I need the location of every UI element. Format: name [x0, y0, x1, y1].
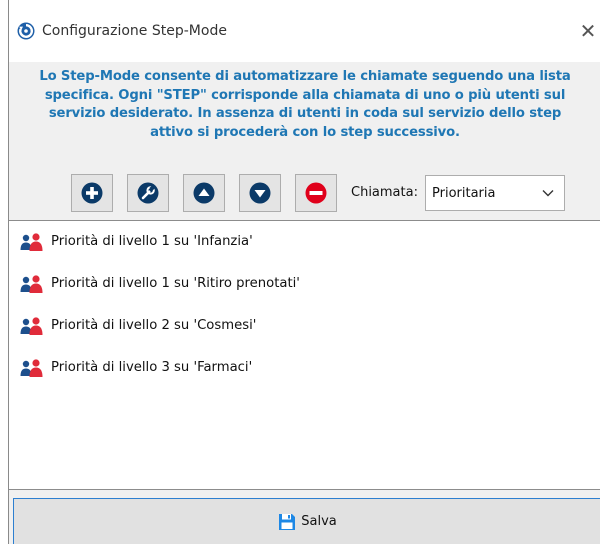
save-label: Salva: [301, 513, 337, 529]
description-line: servizio desiderato. In assenza di utent…: [48, 106, 562, 121]
description-text: Lo Step-Mode consente di automatizzare l…: [17, 68, 593, 142]
triangle-down-icon: [249, 182, 271, 204]
add-step-button[interactable]: [71, 174, 113, 212]
minus-circle-icon: [305, 182, 327, 204]
users-icon: [20, 317, 43, 335]
users-icon: [20, 275, 43, 293]
move-down-button[interactable]: [239, 174, 281, 212]
close-icon: ✕: [579, 19, 597, 43]
users-icon: [20, 233, 43, 251]
move-up-button[interactable]: [183, 174, 225, 212]
step-label: Priorità di livello 2 su 'Cosmesi': [51, 318, 257, 333]
users-icon: [20, 359, 43, 377]
wrench-icon: [137, 182, 159, 204]
edit-step-button[interactable]: [127, 174, 169, 212]
description-line: specifica. Ogni "STEP" corrisponde alla …: [44, 87, 566, 103]
chevron-down-icon: [542, 190, 554, 197]
chiamata-label: Chiamata:: [351, 185, 418, 200]
window-title: Configurazione Step-Mode: [42, 23, 227, 39]
title-bar: Configurazione Step-Mode ✕: [9, 0, 600, 62]
triangle-up-icon: [193, 182, 215, 204]
description-line: Lo Step-Mode consente di automatizzare l…: [39, 69, 571, 84]
toolbar: Chiamata: Prioritaria: [9, 174, 600, 214]
steps-list[interactable]: Priorità di livello 1 su 'Infanzia' Prio…: [9, 220, 600, 490]
description-line: attivo si procederà con lo step successi…: [150, 124, 460, 140]
step-label: Priorità di livello 1 su 'Infanzia': [51, 234, 253, 249]
list-item[interactable]: Priorità di livello 3 su 'Farmaci': [19, 357, 579, 379]
list-item[interactable]: Priorità di livello 1 su 'Ritiro prenota…: [19, 273, 579, 295]
chiamata-select[interactable]: Prioritaria: [425, 175, 565, 211]
close-button[interactable]: ✕: [575, 18, 600, 44]
app-logo-icon: [17, 22, 35, 40]
step-label: Priorità di livello 1 su 'Ritiro prenota…: [51, 276, 300, 291]
list-item[interactable]: Priorità di livello 2 su 'Cosmesi': [19, 315, 579, 337]
dialog-body: Lo Step-Mode consente di automatizzare l…: [9, 62, 600, 544]
floppy-disk-icon: [279, 513, 296, 530]
step-label: Priorità di livello 3 su 'Farmaci': [51, 360, 253, 375]
list-item[interactable]: Priorità di livello 1 su 'Infanzia': [19, 231, 579, 253]
plus-circle-icon: [81, 182, 103, 204]
step-mode-dialog: Configurazione Step-Mode ✕ Lo Step-Mode …: [8, 0, 600, 544]
save-button[interactable]: Salva: [13, 498, 600, 544]
chiamata-selected-value: Prioritaria: [432, 186, 496, 201]
remove-step-button[interactable]: [295, 174, 337, 212]
